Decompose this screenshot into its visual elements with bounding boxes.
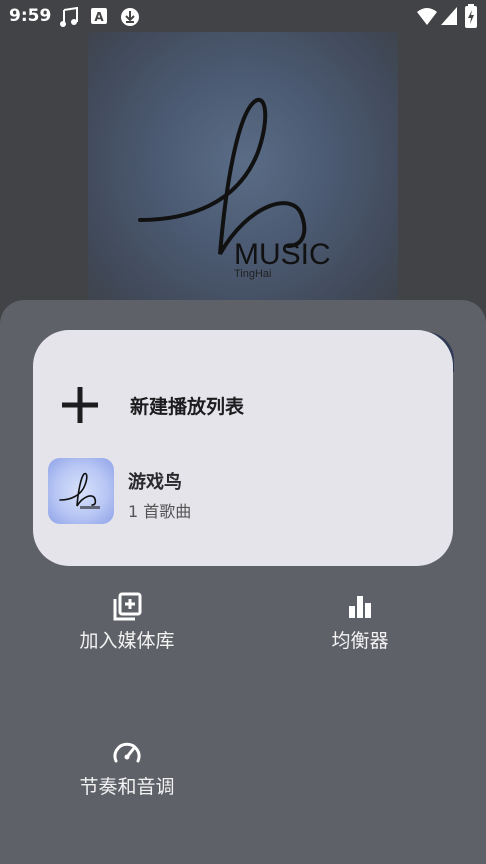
status-time: 9:59 <box>9 6 52 26</box>
speedometer-icon <box>113 742 141 763</box>
plus-icon <box>62 387 98 423</box>
svg-text:A: A <box>94 10 104 24</box>
wifi-icon <box>417 8 437 25</box>
status-bar: 9:59 A <box>0 0 486 34</box>
new-playlist-row[interactable]: 新建播放列表 <box>60 382 430 428</box>
music-logo: MUSIC TingHai <box>138 97 331 280</box>
logo-subtext: TingHai <box>234 268 272 280</box>
logo-text: MUSIC <box>234 238 331 271</box>
equalizer-label: 均衡器 <box>331 630 389 652</box>
signal-icon <box>441 7 457 25</box>
playlist-name: 游戏鸟 <box>128 472 182 493</box>
battery-charging-icon <box>465 4 477 28</box>
font-a-icon: A <box>91 8 107 24</box>
playlist-song-count: 1 首歌曲 <box>128 502 192 521</box>
add-to-library-button[interactable]: 加入媒体库 <box>70 592 184 653</box>
download-circle-icon <box>121 8 139 26</box>
playlist-item[interactable]: 游戏鸟 1 首歌曲 <box>48 458 438 524</box>
add-to-playlist-dialog: 新建播放列表 游戏鸟 1 首歌曲 <box>33 330 453 566</box>
equalizer-button[interactable]: 均衡器 <box>305 592 415 653</box>
equalizer-icon <box>349 596 371 618</box>
thumbnail-logo <box>59 472 100 509</box>
tempo-pitch-label: 节奏和音调 <box>79 776 175 798</box>
tempo-pitch-button[interactable]: 节奏和音调 <box>62 738 192 799</box>
playlist-thumbnail <box>48 458 114 524</box>
album-art: MUSIC TingHai <box>88 32 398 322</box>
library-add-icon <box>113 592 142 621</box>
add-to-library-label: 加入媒体库 <box>79 630 175 652</box>
music-note-icon <box>60 7 78 27</box>
new-playlist-label: 新建播放列表 <box>130 395 245 418</box>
